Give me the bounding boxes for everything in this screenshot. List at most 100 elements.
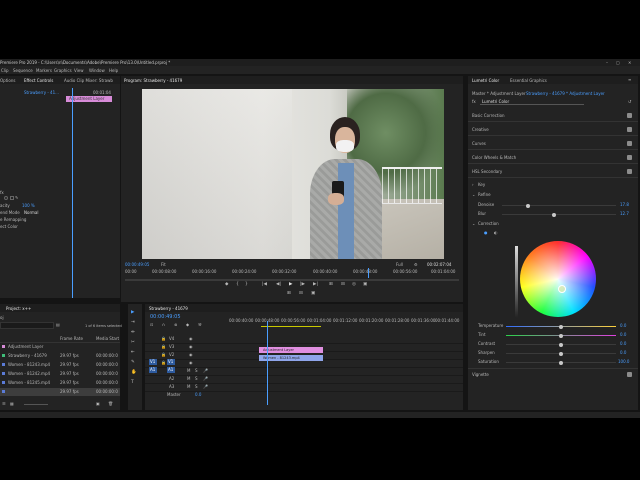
minimize-icon[interactable]: – (606, 60, 608, 65)
eye-icon[interactable]: ◉ (189, 336, 193, 341)
blur-knob[interactable] (552, 212, 556, 217)
eye-icon[interactable]: ◉ (189, 344, 193, 349)
menu-graphics[interactable]: Graphics (54, 68, 72, 73)
slip-tool-icon[interactable]: ⇤ (131, 350, 135, 356)
col-frame-rate[interactable]: Frame Rate (60, 336, 83, 341)
comparison-view-icon[interactable]: ▣ (363, 282, 367, 288)
section-enable-checkbox[interactable] (627, 141, 632, 146)
step-forward-icon[interactable]: |▶ (300, 282, 305, 288)
close-icon[interactable]: ✕ (628, 60, 631, 65)
export-frame-icon[interactable]: ◎ (352, 282, 356, 288)
section-vignette[interactable]: Vignette (468, 368, 638, 380)
mic-icon[interactable]: 🎤 (203, 376, 208, 381)
track-label[interactable]: A2 (169, 376, 174, 381)
tab-sequence[interactable]: Strawberry - 41679 (149, 306, 188, 311)
lock-icon[interactable]: 🔒 (161, 344, 166, 349)
tab-lumetri-color[interactable]: Lumetri Color (472, 78, 499, 83)
denoise-knob[interactable] (526, 203, 530, 208)
project-search-input[interactable] (0, 322, 54, 329)
tab-project[interactable]: Project: x++ (6, 306, 31, 311)
lumetri-target[interactable]: Strawberry - 41679 * Adjustment Layer (526, 91, 605, 96)
section-hsl-secondary[interactable]: HSL Secondary (468, 166, 638, 178)
three-way-mode-icon[interactable]: ◐ (494, 230, 498, 235)
saturation-track[interactable] (506, 360, 616, 365)
menu-view[interactable]: View (74, 68, 84, 73)
list-item-selected[interactable]: 29.97 fps 00:00:00:0 (0, 388, 120, 396)
tab-program[interactable]: Program: Strawberry - 41679 (124, 78, 182, 83)
go-to-out-icon[interactable]: ▶| (313, 282, 318, 288)
section-enable-checkbox[interactable] (627, 113, 632, 118)
add-marker-icon[interactable]: ◆ (225, 282, 228, 288)
mute-icon[interactable]: M (187, 384, 190, 389)
work-area-bar[interactable] (261, 326, 321, 327)
razor-tool-icon[interactable]: ✂ (131, 340, 135, 346)
section-enable-checkbox[interactable] (627, 372, 632, 377)
luma-slider[interactable] (515, 246, 518, 318)
section-enable-checkbox[interactable] (627, 155, 632, 160)
tab-essential-graphics[interactable]: Essential Graphics (510, 78, 547, 83)
source-patch-v1[interactable]: V1 (149, 359, 157, 365)
wheel-mode-icon[interactable]: ● (484, 230, 488, 235)
blend-mode-select[interactable]: Normal (24, 210, 38, 215)
menu-window[interactable]: Window (89, 68, 105, 73)
mask-ellipse-icon[interactable] (4, 196, 8, 200)
track-select-tool-icon[interactable]: ⇥ (131, 320, 135, 326)
track-label[interactable]: V2 (169, 352, 174, 357)
reset-icon[interactable]: ↺ (628, 99, 631, 104)
opacity-value[interactable]: 100 % (22, 203, 35, 208)
section-creative[interactable]: Creative (468, 124, 638, 136)
mute-icon[interactable]: M (187, 368, 190, 373)
menu-clip[interactable]: Clip (1, 68, 9, 73)
nest-icon[interactable]: ⊡ (150, 322, 153, 327)
program-scrollbar[interactable] (125, 279, 459, 281)
go-to-in-icon[interactable]: |◀ (262, 282, 267, 288)
wrench-icon[interactable]: ⚒ (198, 322, 202, 327)
snap-icon[interactable]: ∩ (162, 322, 165, 327)
section-color-wheels[interactable]: Color Wheels & Match (468, 152, 638, 164)
hand-tool-icon[interactable]: ✋ (131, 370, 137, 376)
extract-icon[interactable]: ⊟ (341, 282, 345, 288)
denoise-slider[interactable] (502, 203, 616, 208)
saturation-knob[interactable] (559, 360, 563, 365)
list-item[interactable]: Strawberry - 41679 29.97 fps 00:00:00:0 (0, 352, 120, 360)
tab-effect-controls[interactable]: Effect Controls (24, 78, 53, 83)
eye-icon[interactable]: ◉ (189, 360, 193, 365)
new-item-icon[interactable]: ▣ (96, 401, 100, 406)
mute-icon[interactable]: M (187, 376, 190, 381)
lift-icon[interactable]: ⊞ (329, 282, 333, 288)
color-wheel-puck[interactable] (558, 285, 566, 293)
sharpen-knob[interactable] (559, 351, 563, 356)
menu-sequence[interactable]: Sequence (13, 68, 33, 73)
mark-in-icon[interactable]: { (236, 282, 239, 288)
section-basic-correction[interactable]: Basic Correction (468, 110, 638, 122)
slider-value[interactable]: 0.0 (620, 323, 626, 328)
chevron-down-icon[interactable]: ⌄ (472, 221, 475, 226)
list-item[interactable]: Adjustment Layer (0, 343, 120, 351)
list-item[interactable]: Women - 81245.mp4 29.97 fps 00:00:00:0 (0, 379, 120, 387)
tab-options[interactable]: Options (0, 78, 15, 83)
section-enable-checkbox[interactable] (627, 169, 632, 174)
clip-adjustment-layer[interactable]: Adjustment Layer (259, 347, 323, 353)
track-label[interactable]: V4 (169, 336, 174, 341)
marker-icon[interactable]: ◆ (186, 322, 189, 327)
mic-icon[interactable]: 🎤 (203, 368, 208, 373)
panel-menu-icon[interactable]: ≡ (628, 77, 631, 82)
selection-tool-icon[interactable]: ▶ (131, 310, 134, 316)
settings-icon[interactable]: ⚙ (414, 262, 418, 267)
master-volume[interactable]: 0.0 (195, 392, 201, 397)
chevron-right-icon[interactable]: › (472, 182, 474, 187)
solo-icon[interactable]: S (195, 368, 198, 373)
contrast-track[interactable] (506, 342, 616, 347)
delete-icon[interactable]: 🗑 (108, 401, 113, 406)
blur-value[interactable]: 12.7 (620, 211, 629, 216)
type-tool-icon[interactable]: T (131, 380, 134, 386)
section-curves[interactable]: Curves (468, 138, 638, 150)
col-media-start[interactable]: Media Start (96, 336, 119, 341)
temperature-track[interactable] (506, 324, 616, 329)
tint-knob[interactable] (559, 333, 563, 338)
step-back-icon[interactable]: ◀| (276, 282, 281, 288)
solo-icon[interactable]: S (195, 384, 198, 389)
contrast-knob[interactable] (559, 342, 563, 347)
linked-selection-icon[interactable]: ⊗ (174, 322, 177, 327)
play-icon[interactable]: ▶ (289, 282, 292, 288)
